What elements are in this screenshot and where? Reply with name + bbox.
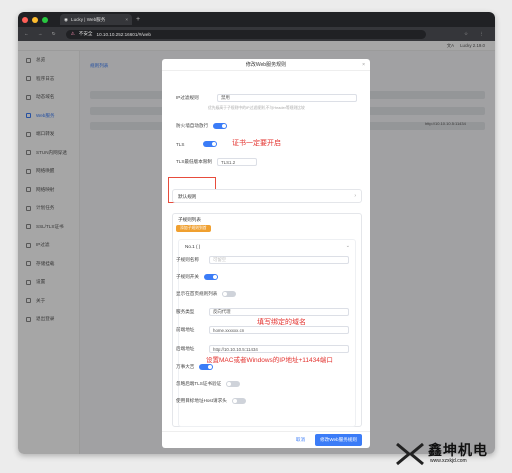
dialog-footer: 取消 修改Web服务规则: [162, 431, 370, 448]
cancel-button[interactable]: 取消: [296, 437, 305, 443]
universal-label: 万事大吉: [176, 364, 195, 369]
edit-web-rule-dialog: 修改Web服务规则 × IP过滤规则 禁用 优先级高于子规则中的IP过滤规则,不…: [162, 59, 370, 448]
address-bar-row: ← → ↻ ⚠ 不安全 10.10.10.252:16601/#/web ☆ ⋮: [18, 27, 495, 41]
frontend-input[interactable]: home.xxxxxx.cn: [209, 326, 349, 334]
new-tab-icon[interactable]: +: [136, 16, 140, 23]
close-tab-icon[interactable]: ×: [125, 17, 128, 22]
nav-buttons[interactable]: ← → ↻: [24, 31, 60, 37]
backend-annotation: 设置MAC或者Windows的IP地址+11434端口: [206, 357, 333, 364]
show-home-label: 显示在首页规则列表: [176, 291, 218, 296]
domain-annotation: 填写绑定的域名: [257, 319, 306, 326]
subrules-label: 子规则列表: [178, 217, 201, 222]
subrule-title: No.1 ( ): [185, 244, 201, 249]
url-text: 10.10.10.252:16601/#/web: [96, 31, 151, 37]
ip-filter-select[interactable]: 禁用: [217, 94, 357, 102]
service-type-value: 反向代理: [213, 309, 231, 314]
backend-label: 后端地址: [176, 346, 195, 351]
default-rule-section[interactable]: 默认规则 ›: [172, 189, 362, 203]
sub-name-input[interactable]: 可留空: [209, 256, 349, 264]
tls-min-select[interactable]: TLS1.2: [217, 158, 257, 166]
tls-annotation: 证书一定要开启: [232, 140, 281, 147]
use-host-label: 使用目标地址Host请求头: [176, 398, 227, 403]
backend-value: http://10.10.10.5:11434: [213, 346, 258, 352]
ignore-tls-label: 忽略后端TLS证书验证: [176, 381, 222, 386]
screenshot-frame: ◉ Lucky | Web服务 × + ← → ↻ ⚠ 不安全 10.10.10…: [0, 0, 512, 473]
close-icon[interactable]: ×: [362, 62, 365, 68]
address-bar[interactable]: ⚠ 不安全 10.10.10.252:16601/#/web: [65, 29, 426, 39]
add-subrule-button[interactable]: 添加子规则到首: [176, 225, 211, 232]
sub-switch-label: 子规则开关: [176, 274, 199, 279]
tab-bar: ◉ Lucky | Web服务 × +: [18, 12, 495, 27]
firewall-label: 防火墙自动放行: [176, 123, 209, 128]
frontend-label: 前端地址: [176, 327, 195, 332]
ignore-tls-toggle[interactable]: [226, 381, 241, 387]
close-window-button[interactable]: [22, 16, 28, 23]
favicon-icon: ◉: [64, 16, 69, 22]
ip-filter-hint: 优先级高于子规则中的IP过滤规则,不与Header等规则比较: [208, 106, 305, 110]
tls-min-value: TLS1.2: [221, 159, 236, 165]
tls-label: TLS: [176, 141, 185, 147]
tab-title: Lucky | Web服务: [71, 16, 106, 22]
service-type-select[interactable]: 反向代理: [209, 308, 349, 316]
use-host-toggle[interactable]: [231, 398, 246, 404]
watermark-site: www.xzxkjd.com: [430, 458, 467, 464]
show-home-toggle[interactable]: [222, 291, 237, 297]
sub-switch-toggle[interactable]: [203, 274, 218, 280]
tls-min-label: TLS最低版本限制: [176, 159, 212, 164]
dialog-header: 修改Web服务规则 ×: [162, 59, 370, 71]
chevron-down-icon[interactable]: ⌄: [346, 243, 350, 249]
sub-name-label: 子规则名称: [176, 257, 199, 262]
browser-window: ◉ Lucky | Web服务 × + ← → ↻ ⚠ 不安全 10.10.10…: [18, 12, 495, 454]
default-rule-label: 默认规则: [178, 194, 197, 199]
chevron-right-icon: ›: [354, 193, 356, 199]
submit-button[interactable]: 修改Web服务规则: [315, 434, 362, 446]
minimize-window-button[interactable]: [32, 16, 38, 23]
firewall-toggle[interactable]: [213, 123, 228, 129]
frontend-value: home.xxxxxx.cn: [213, 327, 245, 333]
ip-filter-value: 禁用: [221, 95, 230, 100]
insecure-label: 不安全: [78, 31, 93, 36]
service-type-label: 服务类型: [176, 309, 195, 314]
tls-toggle[interactable]: [203, 141, 217, 147]
browser-tab[interactable]: ◉ Lucky | Web服务 ×: [60, 14, 132, 25]
brand-logo-icon: [396, 442, 424, 466]
sub-name-placeholder: 可留空: [213, 257, 227, 262]
insecure-icon: ⚠: [70, 31, 75, 36]
watermark-brand: 鑫坤机电: [428, 442, 488, 458]
backend-input[interactable]: http://10.10.10.5:11434: [209, 345, 349, 353]
dialog-title: 修改Web服务规则: [245, 62, 287, 68]
maximize-window-button[interactable]: [42, 16, 48, 23]
ip-filter-label: IP过滤规则: [176, 95, 199, 100]
universal-toggle[interactable]: [199, 364, 214, 370]
browser-menu-icons[interactable]: ☆ ⋮: [464, 31, 489, 37]
